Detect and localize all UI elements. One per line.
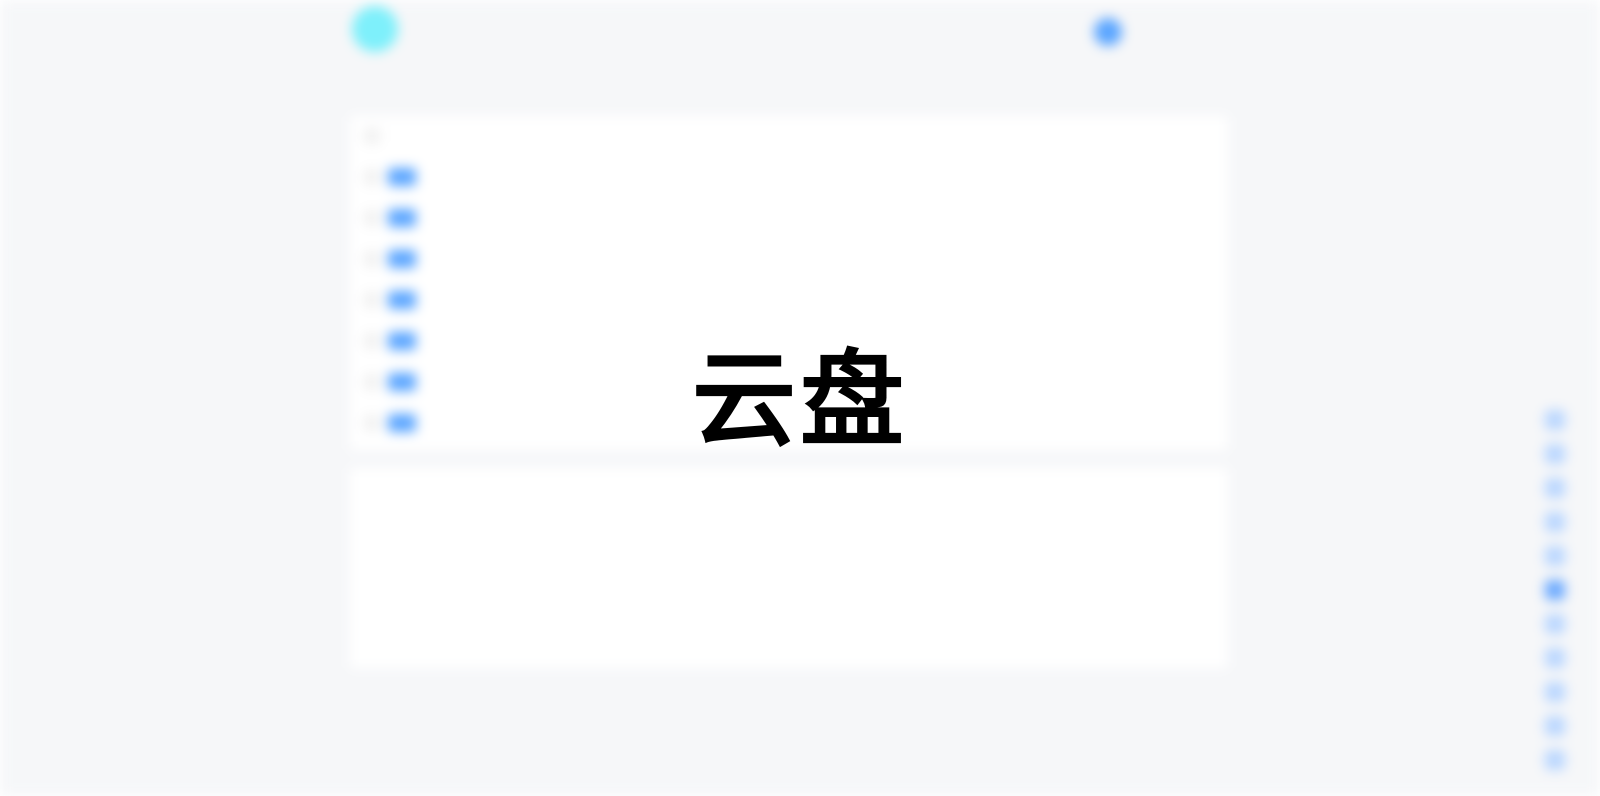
tool-icon [1545,614,1565,634]
tool-icon [1545,716,1565,736]
folder-icon [388,208,416,227]
file-list-header [350,116,1228,156]
tool-icon [1545,546,1565,566]
folder-icon [388,249,416,268]
tool-icon [1545,478,1565,498]
tool-icon [1545,512,1565,532]
side-toolbar [1545,410,1565,770]
folder-icon [388,167,416,186]
tool-icon [1545,648,1565,668]
header-name-column [366,130,892,142]
tool-icon [1545,750,1565,770]
folder-icon [388,290,416,309]
row-checkbox [366,293,378,306]
overlay-title: 云盘 [691,339,908,461]
file-row [350,238,1228,279]
avatar [1094,18,1122,46]
page-viewport: 云盘 [0,0,1600,796]
row-checkbox [366,211,378,224]
info-card [350,468,1228,668]
tool-icon [1545,682,1565,702]
tool-icon [1545,580,1565,600]
row-checkbox [366,170,378,183]
top-right-user-area [1070,18,1122,46]
file-row [350,279,1228,320]
select-all-checkbox [366,130,378,142]
file-row [350,197,1228,238]
file-row [350,156,1228,197]
logo-icon [352,6,398,52]
row-checkbox [366,252,378,265]
